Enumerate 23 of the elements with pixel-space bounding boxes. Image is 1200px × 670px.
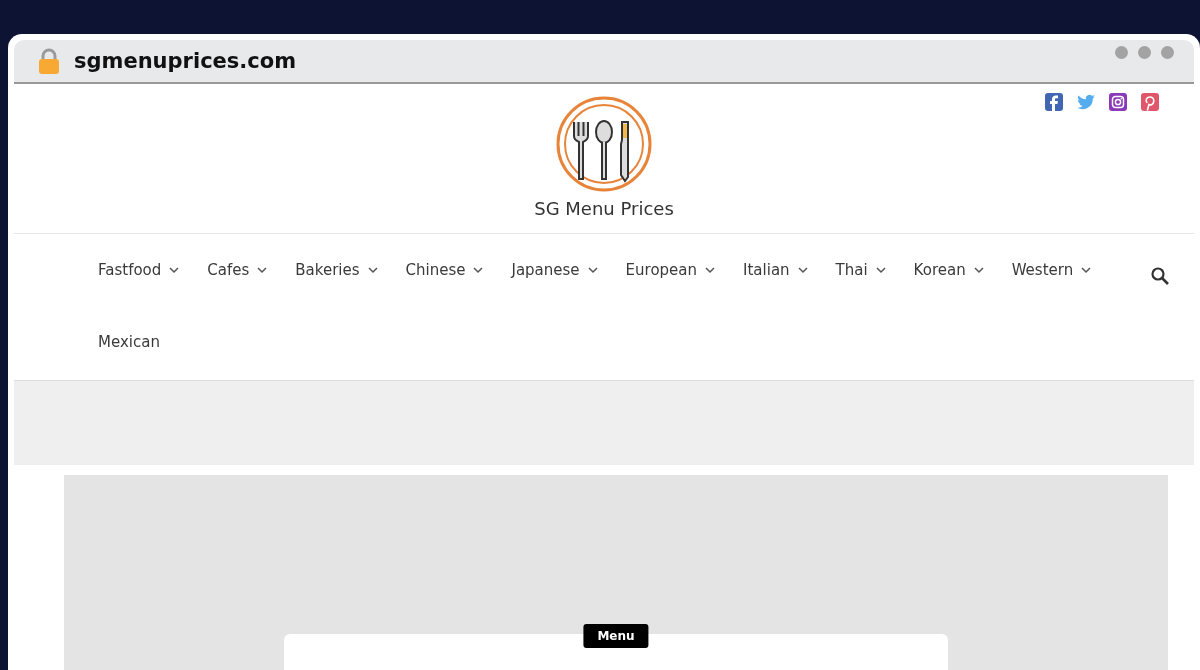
padlock-icon <box>38 48 60 74</box>
category-label: Menu <box>583 624 649 648</box>
window-dot[interactable] <box>1161 46 1174 59</box>
facebook-icon[interactable] <box>1044 92 1064 112</box>
url-text: sgmenuprices.com <box>74 49 297 73</box>
window-dot[interactable] <box>1115 46 1128 59</box>
pinterest-icon[interactable] <box>1140 92 1160 112</box>
nav-item[interactable]: Western <box>997 234 1106 306</box>
window-dot[interactable] <box>1138 46 1151 59</box>
nav-item[interactable]: Cafes <box>193 234 282 306</box>
nav-item[interactable]: Fastfood <box>84 234 194 306</box>
nav-item[interactable]: Mexican <box>84 306 174 378</box>
nav-item[interactable]: Korean <box>899 234 998 306</box>
twitter-icon[interactable] <box>1076 92 1096 112</box>
site-title: SG Menu Prices <box>534 198 674 219</box>
nav-item[interactable]: European <box>611 234 730 306</box>
nav-item[interactable]: Italian <box>729 234 822 306</box>
nav-item[interactable]: Bakeries <box>281 234 392 306</box>
nav-item[interactable]: Japanese <box>497 234 612 306</box>
search-icon[interactable] <box>1150 266 1170 286</box>
nav-item[interactable]: Thai <box>821 234 900 306</box>
nav-item[interactable]: Chinese <box>391 234 498 306</box>
instagram-icon[interactable] <box>1108 92 1128 112</box>
